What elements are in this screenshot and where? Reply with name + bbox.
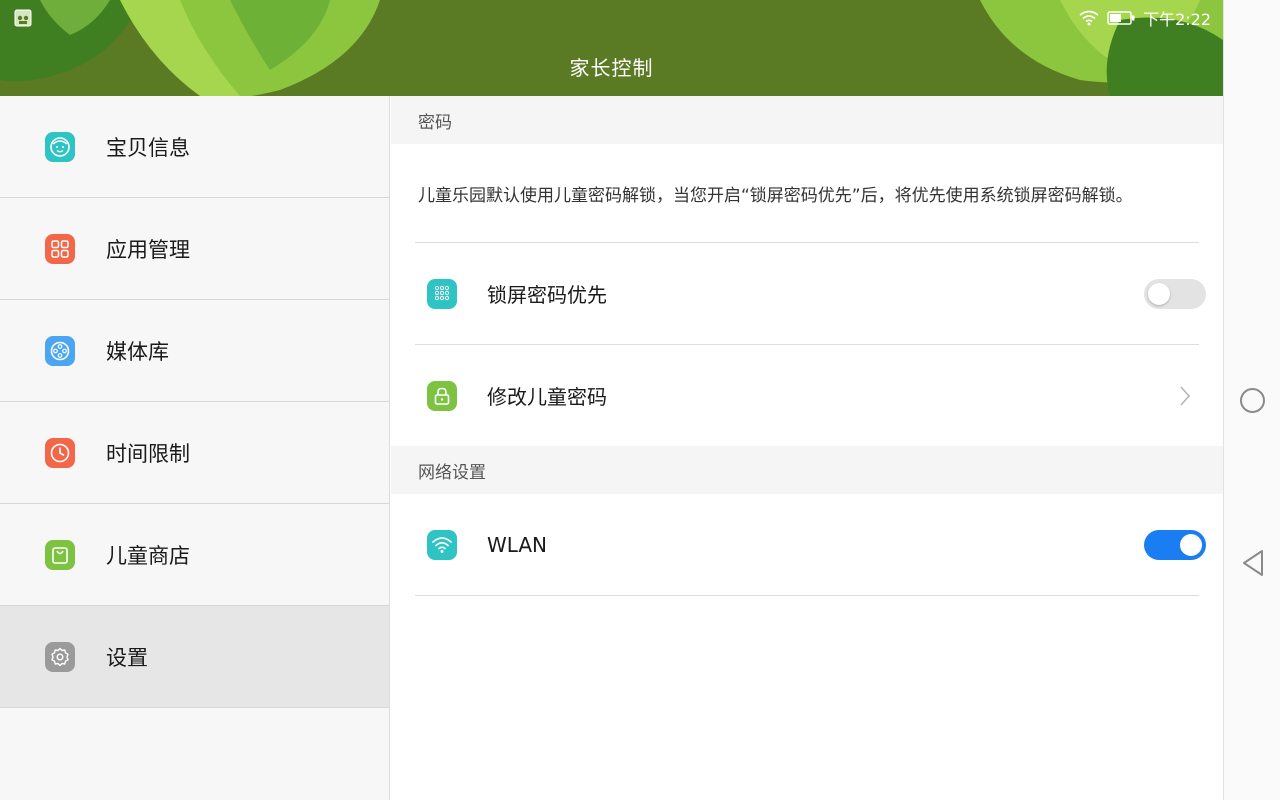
sidebar-item-baby-info[interactable]: 宝贝信息 xyxy=(0,96,389,198)
sidebar-item-label: 设置 xyxy=(106,645,148,670)
sidebar: 宝贝信息 应用管理 媒体库 时间限制 儿童商店 设置 xyxy=(0,96,390,800)
settings-content: 密码 儿童乐园默认使用儿童密码解锁，当您开启“锁屏密码优先”后，将优先使用系统锁… xyxy=(391,96,1223,800)
film-reel-icon xyxy=(45,335,75,366)
status-time: 下午2:22 xyxy=(1143,10,1211,29)
sidebar-item-kids-store[interactable]: 儿童商店 xyxy=(0,504,389,606)
divider xyxy=(415,595,1199,596)
gear-icon xyxy=(45,641,75,672)
wlan-label: WLAN xyxy=(487,532,548,557)
wlan-toggle[interactable] xyxy=(1144,529,1206,560)
section-header-network: 网络设置 xyxy=(391,446,1223,494)
keypad-icon xyxy=(427,278,457,309)
lock-icon xyxy=(427,380,457,411)
sidebar-item-label: 时间限制 xyxy=(106,441,190,466)
sidebar-item-label: 应用管理 xyxy=(106,237,190,262)
system-nav-bar xyxy=(1223,0,1280,800)
wifi-icon xyxy=(427,529,457,560)
battery-icon xyxy=(1107,11,1135,25)
row-wlan[interactable]: WLAN xyxy=(391,494,1223,595)
clock-icon xyxy=(45,437,75,468)
leaf-background-decoration xyxy=(0,0,1223,96)
sidebar-item-time-limit[interactable]: 时间限制 xyxy=(0,402,389,504)
app-header: 下午2:22 家长控制 xyxy=(0,0,1223,96)
row-change-child-password[interactable]: 修改儿童密码 xyxy=(391,345,1223,446)
shopping-bag-icon xyxy=(45,539,75,570)
app-screen: 下午2:22 家长控制 宝贝信息 应用管理 媒体库 时间限制 儿童商店 设置 密… xyxy=(0,0,1223,800)
home-button[interactable] xyxy=(1240,388,1265,413)
app-grid-icon xyxy=(45,233,75,264)
lock-screen-priority-label: 锁屏密码优先 xyxy=(487,283,607,307)
sidebar-item-label: 宝贝信息 xyxy=(106,135,190,160)
sidebar-item-label: 儿童商店 xyxy=(106,543,190,568)
toggle-knob xyxy=(1180,533,1202,556)
status-bar-right: 下午2:22 xyxy=(1079,6,1211,30)
section-header-password: 密码 xyxy=(391,96,1223,144)
back-button[interactable] xyxy=(1241,549,1265,577)
lock-screen-priority-toggle[interactable] xyxy=(1144,278,1206,309)
page-title: 家长控制 xyxy=(569,56,654,80)
password-description: 儿童乐园默认使用儿童密码解锁，当您开启“锁屏密码优先”后，将优先使用系统锁屏密码… xyxy=(418,185,1133,206)
row-lock-screen-priority[interactable]: 锁屏密码优先 xyxy=(391,243,1223,344)
chevron-right-icon xyxy=(1180,386,1191,405)
baby-face-icon xyxy=(45,131,75,162)
sidebar-item-label: 媒体库 xyxy=(106,339,169,364)
kids-app-icon xyxy=(14,9,32,27)
toggle-knob xyxy=(1148,282,1170,305)
change-child-password-label: 修改儿童密码 xyxy=(487,385,607,409)
sidebar-item-settings[interactable]: 设置 xyxy=(0,606,389,708)
sidebar-item-media-library[interactable]: 媒体库 xyxy=(0,300,389,402)
sidebar-item-app-management[interactable]: 应用管理 xyxy=(0,198,389,300)
wifi-icon xyxy=(1079,10,1099,26)
